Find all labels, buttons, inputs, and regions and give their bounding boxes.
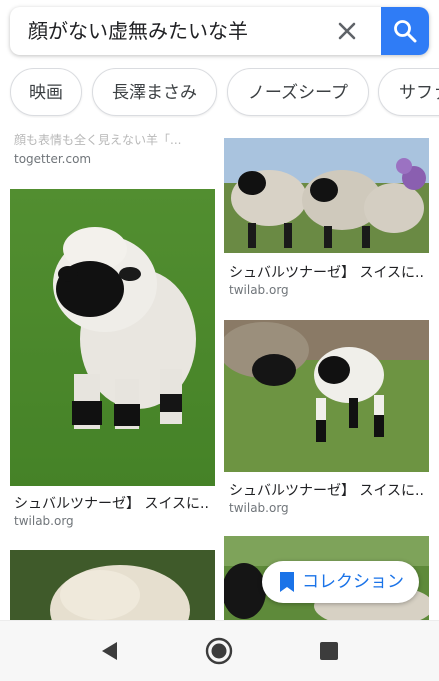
result-source[interactable]: twilab.org bbox=[229, 283, 289, 297]
result-image[interactable] bbox=[224, 320, 429, 472]
system-nav-bar bbox=[0, 620, 439, 681]
collection-label: コレクション bbox=[302, 572, 404, 592]
result-source[interactable]: twilab.org bbox=[14, 514, 74, 528]
collection-button[interactable]: コレクション bbox=[262, 561, 419, 603]
result-caption: 顔も表情も全く見えない羊「... bbox=[14, 133, 182, 147]
chip-movie[interactable]: 映画 bbox=[10, 68, 82, 116]
result-image[interactable] bbox=[10, 189, 215, 486]
image-results-grid: 顔も表情も全く見えない羊「... togetter.com シュバルツナーゼ】 … bbox=[0, 125, 439, 620]
home-circle-icon[interactable] bbox=[205, 637, 233, 665]
chip-nagasawa[interactable]: 長澤まさみ bbox=[92, 68, 217, 116]
search-button[interactable] bbox=[381, 7, 429, 55]
search-input[interactable]: 顔がない虚無みたいな羊 bbox=[28, 7, 248, 55]
result-caption: シュバルツナーゼ】 スイスに... bbox=[229, 265, 424, 281]
result-caption: シュバルツナーゼ】 スイスに... bbox=[229, 483, 424, 499]
suggestion-chips: 映画 長澤まさみ ノーズシープ サファリ bbox=[0, 68, 439, 118]
close-icon[interactable] bbox=[332, 16, 362, 46]
chip-safari[interactable]: サファリ bbox=[378, 68, 439, 116]
search-icon bbox=[394, 20, 417, 43]
result-source[interactable]: togetter.com bbox=[14, 152, 91, 166]
back-triangle-icon[interactable] bbox=[96, 637, 124, 665]
bookmark-icon bbox=[280, 572, 294, 592]
result-caption: シュバルツナーゼ】 スイスに... bbox=[14, 496, 209, 512]
search-bar: 顔がない虚無みたいな羊 bbox=[10, 7, 429, 55]
result-image[interactable] bbox=[224, 138, 429, 253]
chip-nose-sheep[interactable]: ノーズシープ bbox=[227, 68, 369, 116]
result-source[interactable]: twilab.org bbox=[229, 501, 289, 515]
result-image[interactable] bbox=[10, 550, 215, 620]
recents-square-icon[interactable] bbox=[315, 637, 343, 665]
